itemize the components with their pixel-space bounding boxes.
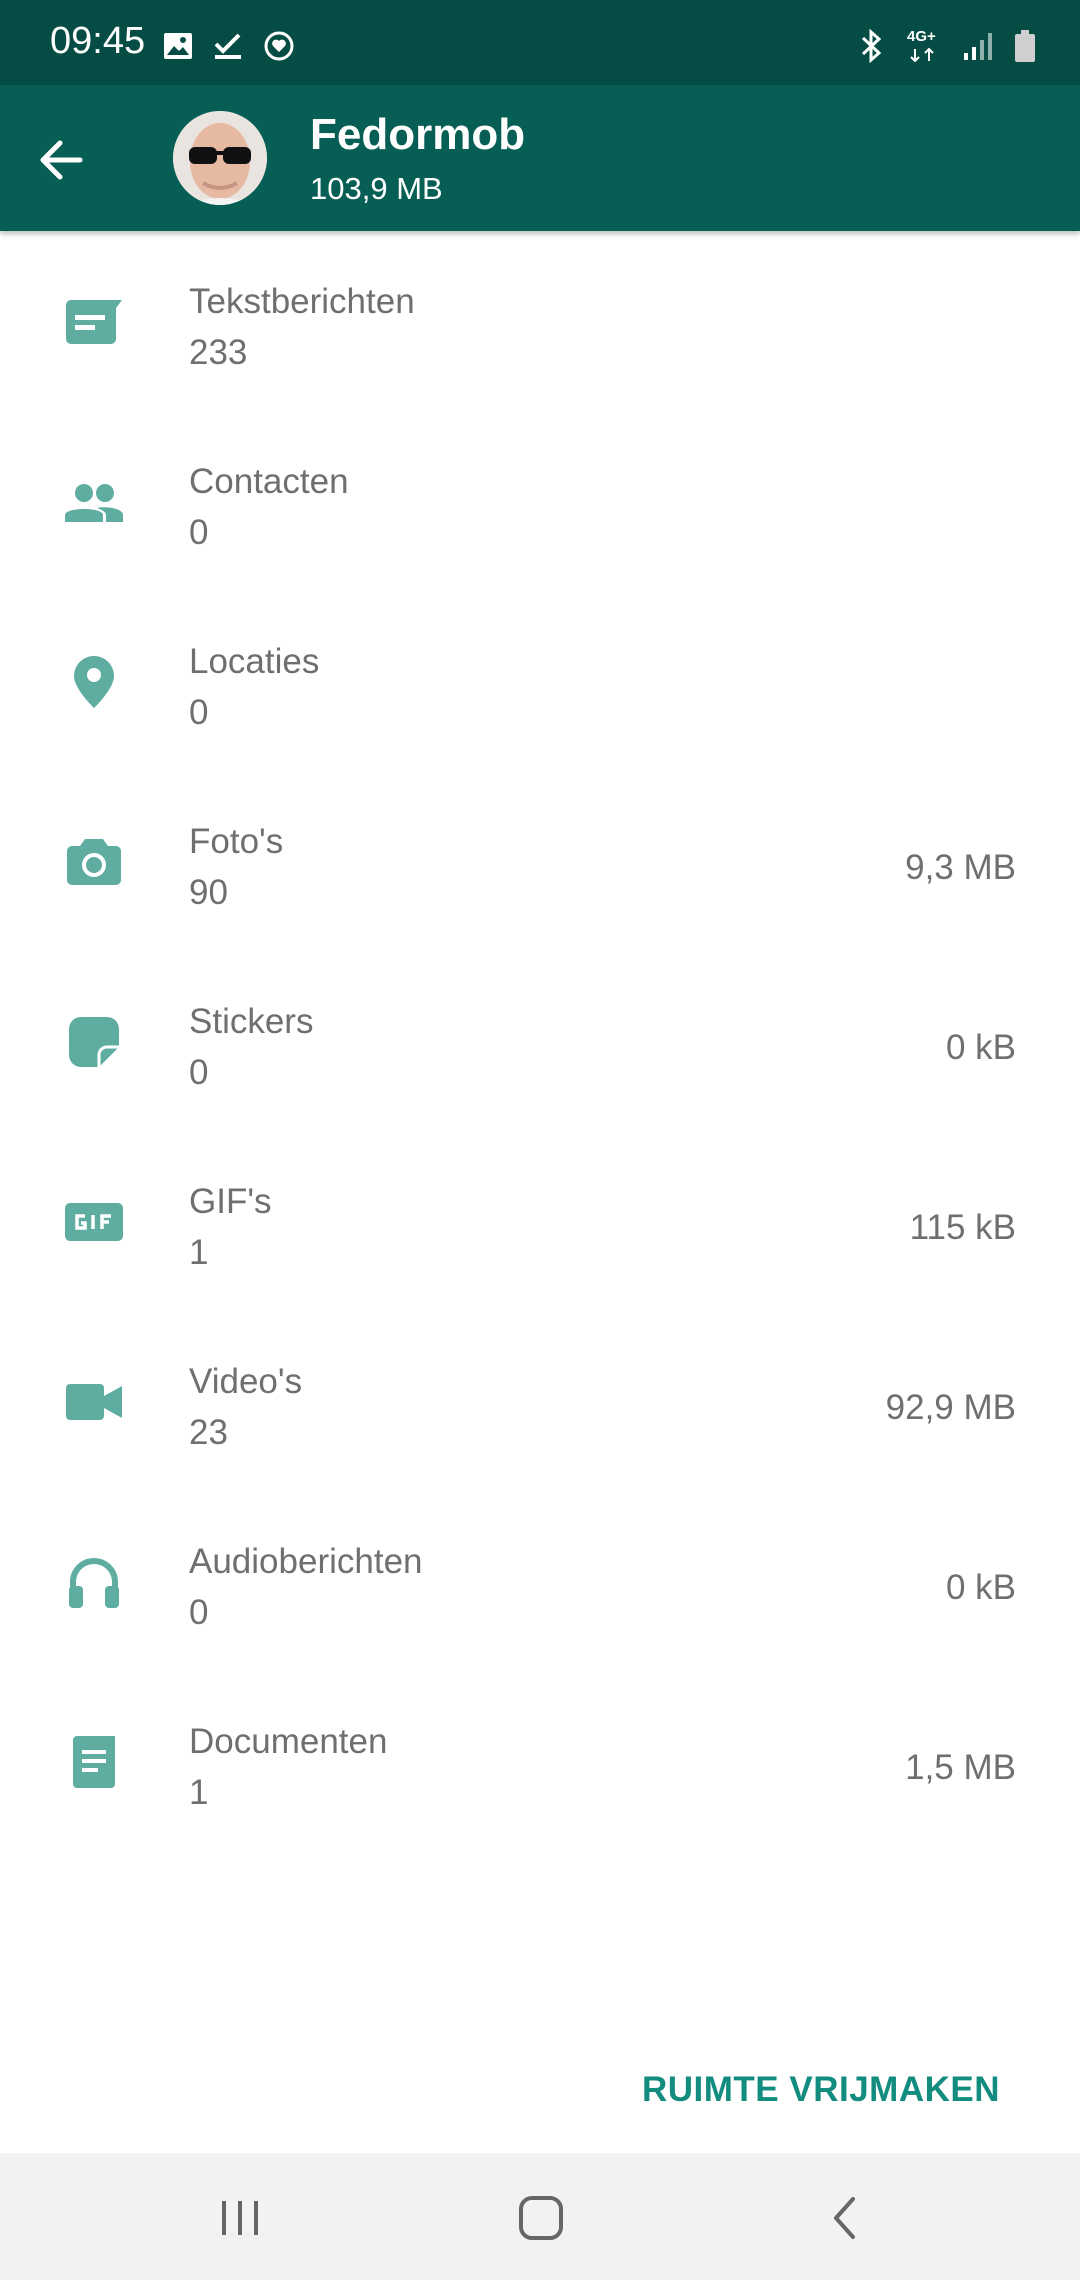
category-size: 92,9 MB (885, 1388, 1016, 1427)
category-row-contacts[interactable]: Contacten 0 (0, 415, 1080, 595)
document-icon (62, 1730, 126, 1794)
video-camera-icon (62, 1370, 126, 1434)
category-size: 0 kB (945, 1568, 1016, 1607)
check-icon (213, 32, 243, 60)
location-pin-icon (62, 650, 126, 714)
headphones-icon (62, 1550, 126, 1614)
arrow-left-icon (40, 140, 83, 180)
category-label: Video's (189, 1362, 303, 1401)
gif-icon (62, 1190, 126, 1254)
network-4g-icon: 4G+ (907, 29, 941, 63)
message-icon (62, 290, 126, 354)
category-row-text-messages[interactable]: Tekstberichten 233 (0, 235, 1080, 415)
signal-icon (963, 31, 993, 61)
category-row-stickers[interactable]: Stickers 0 0 kB (0, 955, 1080, 1135)
category-row-gifs[interactable]: GIF's 1 115 kB (0, 1135, 1080, 1315)
category-count: 233 (189, 333, 248, 372)
home-icon (519, 2196, 563, 2240)
system-nav-bar (0, 2153, 1080, 2280)
sticker-icon (62, 1010, 126, 1074)
contact-total-size: 103,9 MB (310, 171, 443, 206)
contact-name: Fedormob (310, 110, 526, 159)
app-bar: Fedormob 103,9 MB (0, 85, 1080, 231)
system-back-button[interactable] (813, 2186, 877, 2250)
back-icon (834, 2197, 855, 2239)
category-label: GIF's (189, 1182, 272, 1221)
category-label: Documenten (189, 1722, 388, 1761)
category-label: Locaties (189, 642, 320, 681)
status-bar: 09:45 4G+ (0, 0, 1080, 85)
category-label: Stickers (189, 1002, 314, 1041)
category-count: 1 (189, 1233, 209, 1272)
category-count: 90 (189, 873, 228, 912)
category-count: 0 (189, 1593, 209, 1632)
recent-apps-button[interactable] (208, 2186, 272, 2250)
home-button[interactable] (509, 2186, 573, 2250)
avatar-image (173, 111, 267, 205)
back-button[interactable] (30, 128, 94, 192)
bluetooth-icon (857, 29, 885, 63)
category-size: 9,3 MB (905, 848, 1016, 887)
category-size: 0 kB (945, 1028, 1016, 1067)
status-time: 09:45 (50, 20, 146, 62)
heart-circle-icon (263, 30, 295, 62)
category-row-videos[interactable]: Video's 23 92,9 MB (0, 1315, 1080, 1495)
category-count: 1 (189, 1773, 209, 1812)
gallery-icon (163, 32, 193, 60)
category-row-audio-messages[interactable]: Audioberichten 0 0 kB (0, 1495, 1080, 1675)
recent-apps-icon (222, 2201, 258, 2235)
category-count: 23 (189, 1413, 228, 1452)
category-label: Foto's (189, 822, 284, 861)
category-size: 115 kB (909, 1208, 1016, 1247)
category-row-photos[interactable]: Foto's 90 9,3 MB (0, 775, 1080, 955)
avatar[interactable] (173, 111, 267, 205)
category-count: 0 (189, 693, 209, 732)
category-count: 0 (189, 1053, 209, 1092)
storage-category-list: Tekstberichten 233 Contacten 0 Locaties … (0, 235, 1080, 1855)
category-label: Audioberichten (189, 1542, 423, 1581)
category-row-documents[interactable]: Documenten 1 1,5 MB (0, 1675, 1080, 1855)
category-label: Tekstberichten (189, 282, 415, 321)
category-label: Contacten (189, 462, 349, 501)
category-row-locations[interactable]: Locaties 0 (0, 595, 1080, 775)
battery-icon (1015, 30, 1035, 62)
people-icon (62, 470, 126, 534)
category-size: 1,5 MB (905, 1748, 1016, 1787)
free-up-space-button[interactable]: RUIMTE VRIJMAKEN (642, 2070, 1000, 2110)
category-count: 0 (189, 513, 209, 552)
camera-icon (62, 830, 126, 894)
